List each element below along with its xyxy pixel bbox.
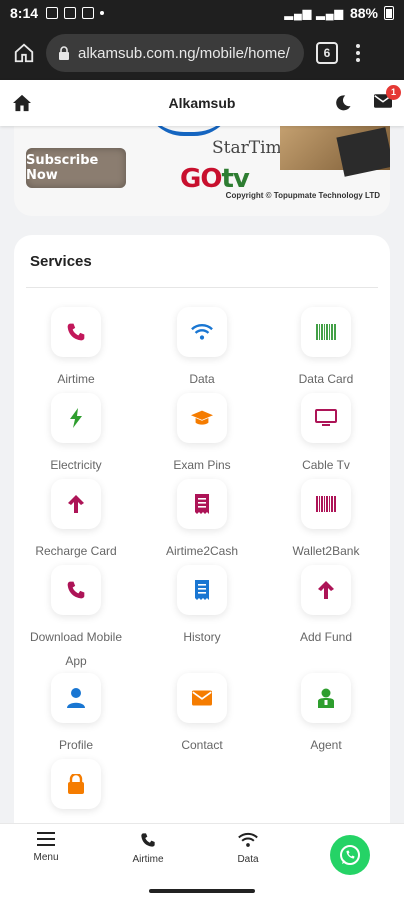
service-label: Wallet2Bank [292, 544, 360, 558]
phone-icon [141, 833, 155, 847]
status-bar: 8:14 ▂▄▆ ▂▄▆ 88% [0, 0, 404, 26]
service-label: Electricity [50, 458, 102, 472]
receipt-icon [177, 479, 227, 529]
graduation-cap-icon [177, 393, 227, 443]
gesture-bar [0, 885, 404, 900]
services-card: Services Airtime Data Data Card Electricity… [14, 235, 390, 823]
service-add-fund[interactable]: Add Fund [264, 565, 388, 649]
signal-icon: ▂▄▆ ▂▄▆ [284, 7, 344, 20]
banner-image [280, 126, 390, 170]
wifi-icon [238, 832, 258, 847]
receipt-icon [177, 565, 227, 615]
more-dot-icon [100, 11, 105, 15]
promo-banner[interactable]: Subscribe Now StarTimes GOtv Copyright ©… [14, 126, 390, 216]
url-text: alkamsub.com.ng/mobile/home/ [78, 44, 290, 62]
service-label: Airtime [57, 372, 95, 386]
arrow-up-icon [51, 479, 101, 529]
arrow-up-icon [301, 565, 351, 615]
service-contact[interactable]: Contact [140, 673, 264, 757]
service-label: Contact [181, 738, 223, 752]
envelope-icon [177, 673, 227, 723]
agent-icon [301, 673, 351, 723]
battery-icon [384, 6, 394, 20]
phone-icon [51, 307, 101, 357]
whatsapp-button[interactable] [330, 835, 370, 875]
barcode-icon [301, 307, 351, 357]
service-label: Data [189, 372, 215, 386]
service-download-mobile-app[interactable]: Download Mobile App [14, 565, 138, 673]
service-label: Data Card [298, 372, 354, 386]
gotv-logo: GOtv [180, 164, 250, 194]
url-bar[interactable]: alkamsub.com.ng/mobile/home/ [46, 34, 304, 72]
notification-icons [46, 7, 105, 19]
service-label: Add Fund [299, 630, 353, 644]
service-profile[interactable]: Profile [14, 673, 138, 757]
services-heading: Services [30, 253, 92, 270]
lock-icon [51, 759, 101, 809]
service-data[interactable]: Data [140, 307, 264, 391]
banner-copyright: Copyright © Topupmate Technology LTD [225, 191, 380, 200]
service-exam-pins[interactable]: Exam Pins [140, 393, 264, 477]
divider [26, 287, 378, 288]
service-label: Agent [310, 738, 342, 752]
nav-airtime-label: Airtime [132, 854, 164, 865]
bottom-navigation: Menu Airtime Data [0, 823, 404, 885]
nav-menu[interactable]: Menu [6, 832, 86, 863]
home-icon[interactable] [12, 94, 32, 112]
nav-data[interactable]: Data [208, 832, 288, 865]
tab-switcher-button[interactable]: 6 [316, 42, 338, 64]
status-time: 8:14 [10, 5, 39, 21]
tv-icon [301, 393, 351, 443]
service-agent[interactable]: Agent [264, 673, 388, 757]
service-wallet2bank[interactable]: Wallet2Bank [264, 479, 388, 563]
gallery-icon [46, 7, 59, 19]
browser-menu-button[interactable] [356, 44, 360, 62]
dark-mode-moon-icon[interactable] [334, 94, 352, 112]
service-label: History [183, 630, 221, 644]
bolt-icon [51, 393, 101, 443]
app-icon [64, 7, 77, 19]
service-data-card[interactable]: Data Card [264, 307, 388, 391]
app-icon [82, 7, 95, 19]
phone-icon [51, 565, 101, 615]
barcode-icon [301, 479, 351, 529]
browser-home-button[interactable] [8, 37, 40, 69]
nav-data-label: Data [237, 854, 259, 865]
service-history[interactable]: History [140, 565, 264, 649]
service-airtime[interactable]: Airtime [14, 307, 138, 391]
subscribe-now-button[interactable]: Subscribe Now [26, 148, 126, 188]
app-header: Alkamsub 1 [0, 80, 404, 126]
battery-percent: 88% [349, 5, 378, 21]
service-label: Profile [58, 738, 93, 752]
whatsapp-icon [340, 845, 360, 865]
service-locked[interactable] [14, 759, 138, 809]
home-icon [14, 43, 34, 63]
browser-toolbar: alkamsub.com.ng/mobile/home/ 6 [0, 26, 404, 80]
messages-button[interactable]: 1 [374, 84, 401, 113]
service-recharge-card[interactable]: Recharge Card [14, 479, 138, 563]
service-label: Download Mobile App [29, 630, 123, 668]
service-label: Cable Tv [302, 458, 350, 472]
service-label: Exam Pins [173, 458, 231, 472]
nav-airtime[interactable]: Airtime [108, 832, 188, 865]
service-electricity[interactable]: Electricity [14, 393, 138, 477]
page-content: Subscribe Now StarTimes GOtv Copyright ©… [0, 126, 404, 823]
service-label: Airtime2Cash [165, 544, 239, 558]
service-airtime2cash[interactable]: Airtime2Cash [140, 479, 264, 563]
service-cable-tv[interactable]: Cable Tv [264, 393, 388, 477]
decorative-arc [144, 126, 234, 136]
user-icon [51, 673, 101, 723]
nav-menu-label: Menu [33, 852, 59, 863]
wifi-icon [177, 307, 227, 357]
service-label: Recharge Card [35, 544, 117, 558]
lock-icon [59, 46, 69, 60]
notification-badge: 1 [386, 84, 401, 100]
hamburger-menu-icon [37, 832, 55, 846]
